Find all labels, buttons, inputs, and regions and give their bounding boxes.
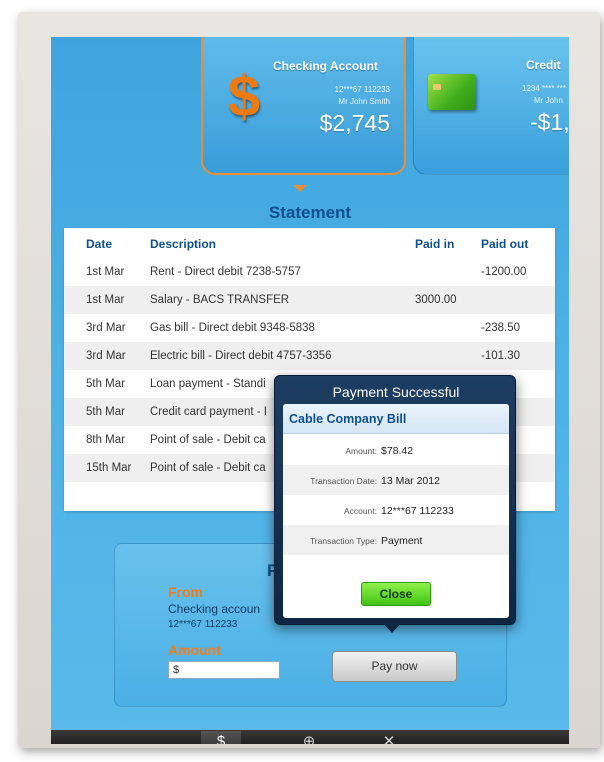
selected-card-pointer bbox=[293, 185, 307, 192]
row-date: 15th Mar bbox=[86, 462, 132, 474]
detail-label: Amount: bbox=[345, 446, 377, 456]
row-description: Electric bill - Direct debit 4757-3356 bbox=[150, 350, 332, 362]
dollar-icon: $ bbox=[227, 64, 261, 129]
row-date: 5th Mar bbox=[86, 378, 125, 390]
card-balance: -$1,3 bbox=[530, 109, 569, 135]
detail-row: Transaction Type: Payment bbox=[283, 525, 509, 555]
row-date: 3rd Mar bbox=[86, 322, 126, 334]
card-title: Credit bbox=[526, 58, 561, 72]
detail-label: Account: bbox=[343, 506, 377, 516]
detail-row: Transaction Date: 13 Mar 2012 bbox=[283, 465, 509, 495]
column-header-paid-in: Paid in bbox=[415, 237, 455, 251]
detail-value: $78.42 bbox=[381, 445, 414, 457]
row-date: 8th Mar bbox=[86, 434, 125, 446]
card-holder: Mr John bbox=[534, 96, 563, 105]
dollar-tab-icon[interactable]: $ bbox=[201, 731, 241, 744]
table-row[interactable]: 1st Mar Rent - Direct debit 7238-5757 -1… bbox=[64, 258, 555, 286]
detail-value: 13 Mar 2012 bbox=[381, 475, 440, 487]
row-description: Credit card payment - I bbox=[150, 406, 267, 418]
amount-input[interactable]: $ bbox=[168, 661, 280, 679]
row-paid-in: 3000.00 bbox=[415, 294, 457, 306]
column-header-paid-out: Paid out bbox=[481, 237, 529, 251]
column-header-description: Description bbox=[150, 237, 217, 251]
row-description: Gas bill - Direct debit 9348-5838 bbox=[150, 322, 315, 334]
table-row[interactable]: 3rd Mar Gas bill - Direct debit 9348-583… bbox=[64, 314, 555, 342]
statement-title: Statement bbox=[268, 203, 352, 222]
row-paid-out: -238.50 bbox=[481, 322, 521, 334]
row-description: Point of sale - Debit ca bbox=[150, 462, 266, 474]
from-account-name[interactable]: Checking accoun bbox=[168, 602, 260, 616]
row-description: Rent - Direct debit 7238-5757 bbox=[150, 266, 301, 278]
row-date: 1st Mar bbox=[86, 266, 125, 278]
detail-row: Account: 12***67 112233 bbox=[283, 495, 509, 525]
credit-card-account-card[interactable]: Credit 1234 **** *** Mr John -$1,3 bbox=[413, 37, 569, 175]
row-date: 3rd Mar bbox=[86, 350, 126, 362]
popover-pointer bbox=[383, 623, 401, 633]
from-label: From bbox=[168, 584, 203, 600]
card-number: 12***67 112233 bbox=[334, 85, 390, 94]
card-balance: $2,745 bbox=[319, 110, 390, 136]
row-description: Salary - BACS TRANSFER bbox=[150, 294, 290, 306]
from-account-number: 12***67 112233 bbox=[168, 619, 238, 630]
detail-row: Amount: $78.42 bbox=[283, 435, 509, 465]
credit-card-icon bbox=[428, 74, 476, 110]
close-button[interactable]: Close bbox=[361, 582, 431, 606]
globe-tab-icon[interactable]: ⊕ bbox=[289, 731, 329, 744]
row-date: 5th Mar bbox=[86, 406, 125, 418]
bill-name: Cable Company Bill bbox=[283, 404, 509, 434]
table-row[interactable]: 1st Mar Salary - BACS TRANSFER 3000.00 bbox=[64, 286, 555, 314]
pay-now-button[interactable]: Pay now bbox=[332, 651, 457, 682]
card-number: 1234 **** *** bbox=[522, 84, 567, 93]
table-header: Date Description Paid in Paid out bbox=[64, 228, 555, 256]
card-holder: Mr John Smith bbox=[338, 97, 390, 106]
detail-value: Payment bbox=[381, 535, 423, 547]
row-description: Point of sale - Debit ca bbox=[150, 434, 266, 446]
bottom-tab-bar: $ ⊕ ✕ bbox=[51, 730, 569, 744]
detail-label: Transaction Date: bbox=[310, 476, 377, 486]
row-paid-out: -1200.00 bbox=[481, 266, 527, 278]
payment-success-popover: Payment Successful Cable Company Bill Am… bbox=[274, 375, 516, 625]
checking-account-card[interactable]: $ Checking Account 12***67 112233 Mr Joh… bbox=[201, 37, 406, 175]
tools-tab-icon[interactable]: ✕ bbox=[369, 731, 409, 744]
popover-title: Payment Successful bbox=[332, 384, 460, 400]
detail-label: Transaction Type: bbox=[309, 536, 377, 546]
row-paid-out: -101.30 bbox=[481, 350, 521, 362]
column-header-date: Date bbox=[86, 237, 113, 251]
row-description: Loan payment - Standi bbox=[150, 378, 266, 390]
row-date: 1st Mar bbox=[86, 294, 125, 306]
card-title: Checking Account bbox=[273, 59, 378, 73]
popover-body: Cable Company Bill Amount: $78.42 Transa… bbox=[283, 404, 509, 618]
amount-label: Amount bbox=[168, 642, 221, 658]
table-row[interactable]: 3rd Mar Electric bill - Direct debit 475… bbox=[64, 342, 555, 370]
detail-value: 12***67 112233 bbox=[381, 505, 454, 517]
